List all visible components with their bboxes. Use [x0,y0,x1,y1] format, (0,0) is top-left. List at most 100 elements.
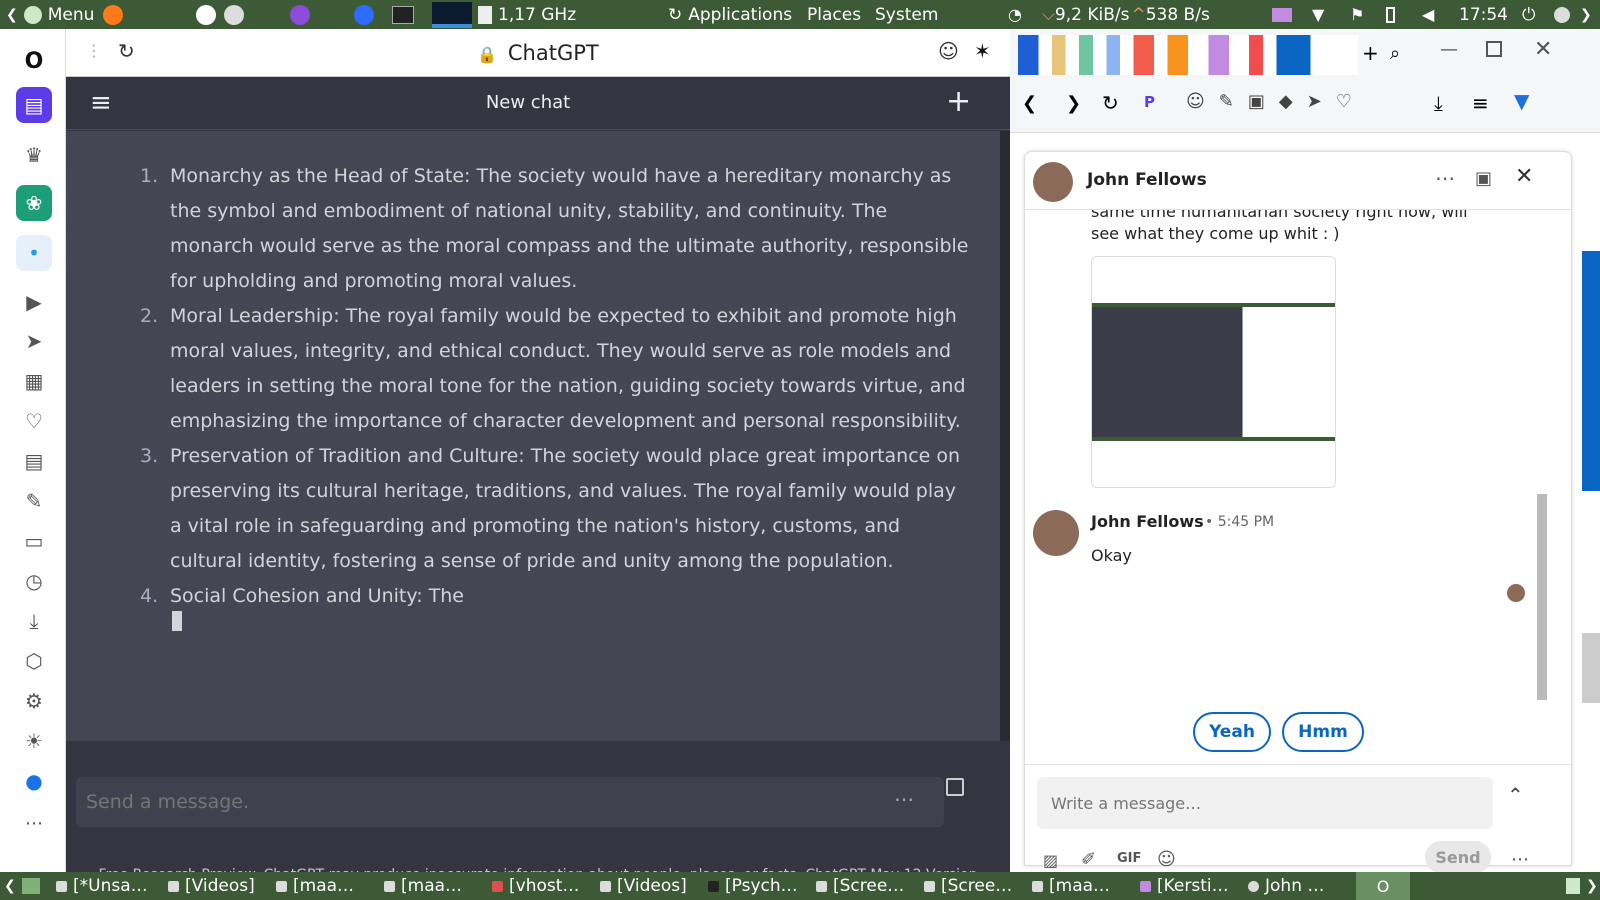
image-icon[interactable]: ▨ [1043,851,1058,870]
chat-scrollbar[interactable] [1537,494,1547,700]
gear-icon[interactable]: ⚙ [16,683,52,719]
taskbar-item[interactable]: [Videos] [168,872,255,900]
back-icon[interactable]: ❮ [1022,93,1037,114]
reload-icon[interactable]: ↻ [1102,91,1119,115]
chatgpt-icon[interactable]: ❀ [16,185,52,221]
taskbar-item-opera-active[interactable]: O [1356,872,1410,900]
taskbar-item[interactable]: [maa… [276,872,354,900]
download-icon[interactable]: ⤓ [16,603,52,639]
avatar[interactable] [1033,510,1079,556]
news-icon[interactable]: ▤ [16,443,52,479]
media-icon[interactable] [1272,0,1292,29]
chevron-right-icon[interactable]: ❯ [1580,0,1592,29]
power-icon[interactable]: ⏻ [1522,0,1535,29]
list-text: Social Cohesion and Unity: The [170,585,464,607]
more-icon[interactable]: ⋯ [16,805,52,841]
more-icon[interactable]: ⋯ [1435,166,1455,190]
quick-reply-yeah[interactable]: Yeah [1193,712,1271,752]
history-icon[interactable]: ◷ [16,563,52,599]
taskbar-item[interactable]: [vhost… [492,872,579,900]
tor-icon[interactable] [290,0,310,29]
clock-text[interactable]: 17:54 [1459,0,1508,29]
message-input[interactable] [86,789,866,815]
grid-icon[interactable]: ▦ [16,363,52,399]
list-text: Preservation of Tradition and Culture: T… [170,445,961,572]
applications-menu[interactable]: ↻ Applications [668,0,792,29]
wifi-icon[interactable]: ◔ [1008,0,1022,29]
settings-icon[interactable]: ≡ [1472,91,1489,115]
restore-icon[interactable] [1486,41,1502,57]
show-desktop-icon[interactable] [22,872,40,900]
notification-icon[interactable]: ⚑ [1350,0,1364,29]
lightbulb-icon[interactable]: ☀ [16,723,52,759]
screenshot-attachment[interactable] [1091,256,1336,488]
taskbar-item[interactable]: [Scree… [816,872,904,900]
send-icon[interactable]: ➤ [16,323,52,359]
settings-applet-icon[interactable] [224,0,244,29]
battery-icon[interactable] [1386,0,1395,29]
page-scroll-thumb[interactable] [1582,251,1600,491]
minimize-icon[interactable]: — [1440,39,1458,60]
taskbar-scroll-right[interactable]: ❯ [1586,872,1598,900]
cube-icon[interactable]: ⬡ [16,643,52,679]
firefox-icon[interactable] [103,0,123,29]
page-scrollbar[interactable] [1582,633,1600,703]
terminal-icon[interactable] [392,0,414,29]
smiley-icon[interactable]: ☺ [938,39,959,63]
taskbar-item[interactable]: [*Unsa… [56,872,148,900]
contact-name[interactable]: John Fellows [1087,170,1207,190]
crown-icon[interactable]: ♛ [16,137,52,173]
shield-icon[interactable]: ▼ [1514,89,1529,113]
places-menu[interactable]: Places [807,0,861,29]
taskbar-item[interactable]: [Scree… [924,872,1012,900]
close-chat-icon[interactable]: ✕ [1515,164,1533,189]
close-window-icon[interactable]: ✕ [1534,37,1552,62]
message-input[interactable] [1037,777,1493,829]
taskbar-item[interactable]: [maa… [384,872,462,900]
forward-icon[interactable]: ❯ [1066,93,1081,114]
twitter-icon[interactable]: • [16,235,52,271]
browser-toolbar: + ⌕ — ✕ ❮ ❯ ↻ P ☺✎▣◆➤♡ ⤓ ≡ ▼ [1010,29,1600,133]
user-applet-icon[interactable] [1554,0,1570,29]
taskbar-item[interactable]: John … [1248,872,1324,900]
expand-icon[interactable]: ⌃ [1507,783,1524,807]
opera-logo-icon[interactable]: O [16,43,52,79]
gif-icon[interactable]: GIF [1117,851,1141,866]
taskbar-item[interactable]: [Videos] [600,872,687,900]
taskbar-item[interactable]: [Psych… [708,872,798,900]
network-icon[interactable]: ▼ [1312,0,1324,29]
window-icon [384,880,395,892]
menu-button[interactable]: ❮ Menu [6,0,94,29]
taskbar-item[interactable]: [maa… [1032,872,1110,900]
player-icon[interactable]: ▶ [16,284,52,320]
video-call-icon[interactable]: ▣ [1475,168,1492,189]
edit-icon[interactable]: ✎ [16,483,52,519]
attach-icon[interactable]: ✐ [1081,849,1096,870]
emoji-icon[interactable]: ☺ [1157,849,1176,870]
taskbar-item[interactable]: [Kersti… [1140,872,1229,900]
extension-p-icon[interactable]: P [1144,93,1155,111]
trash-icon[interactable] [1566,872,1580,900]
search-icon[interactable]: ⌕ [1390,43,1400,64]
tabs-icon[interactable]: ▭ [16,523,52,559]
workspace-icon[interactable]: ▤ [16,87,52,123]
update-icon[interactable] [196,0,216,29]
system-menu[interactable]: System [875,0,938,29]
volume-icon[interactable]: ◀ [1422,0,1434,29]
send-button[interactable]: Send [1425,841,1491,873]
quick-reply-hmm[interactable]: Hmm [1282,712,1364,752]
scrollbar[interactable] [1000,131,1010,741]
avatar[interactable] [1033,162,1073,202]
heart-icon[interactable]: ♡ [16,403,52,439]
message-author[interactable]: John Fellows [1091,512,1204,531]
new-chat-icon[interactable]: + [946,84,971,119]
stop-icon[interactable] [946,778,964,796]
download-icon[interactable]: ⤓ [1434,91,1443,115]
compose-more-icon[interactable]: ⋯ [1511,849,1529,870]
chat-bubble-icon[interactable]: ● [16,763,52,799]
opera-icon[interactable] [354,0,374,29]
pin-icon[interactable]: ✶ [974,39,991,63]
new-tab-icon[interactable]: + [1362,41,1379,65]
toolbar-icons[interactable]: ☺✎▣◆➤♡ [1186,91,1366,112]
taskbar-scroll-left[interactable]: ❮ [4,872,16,900]
